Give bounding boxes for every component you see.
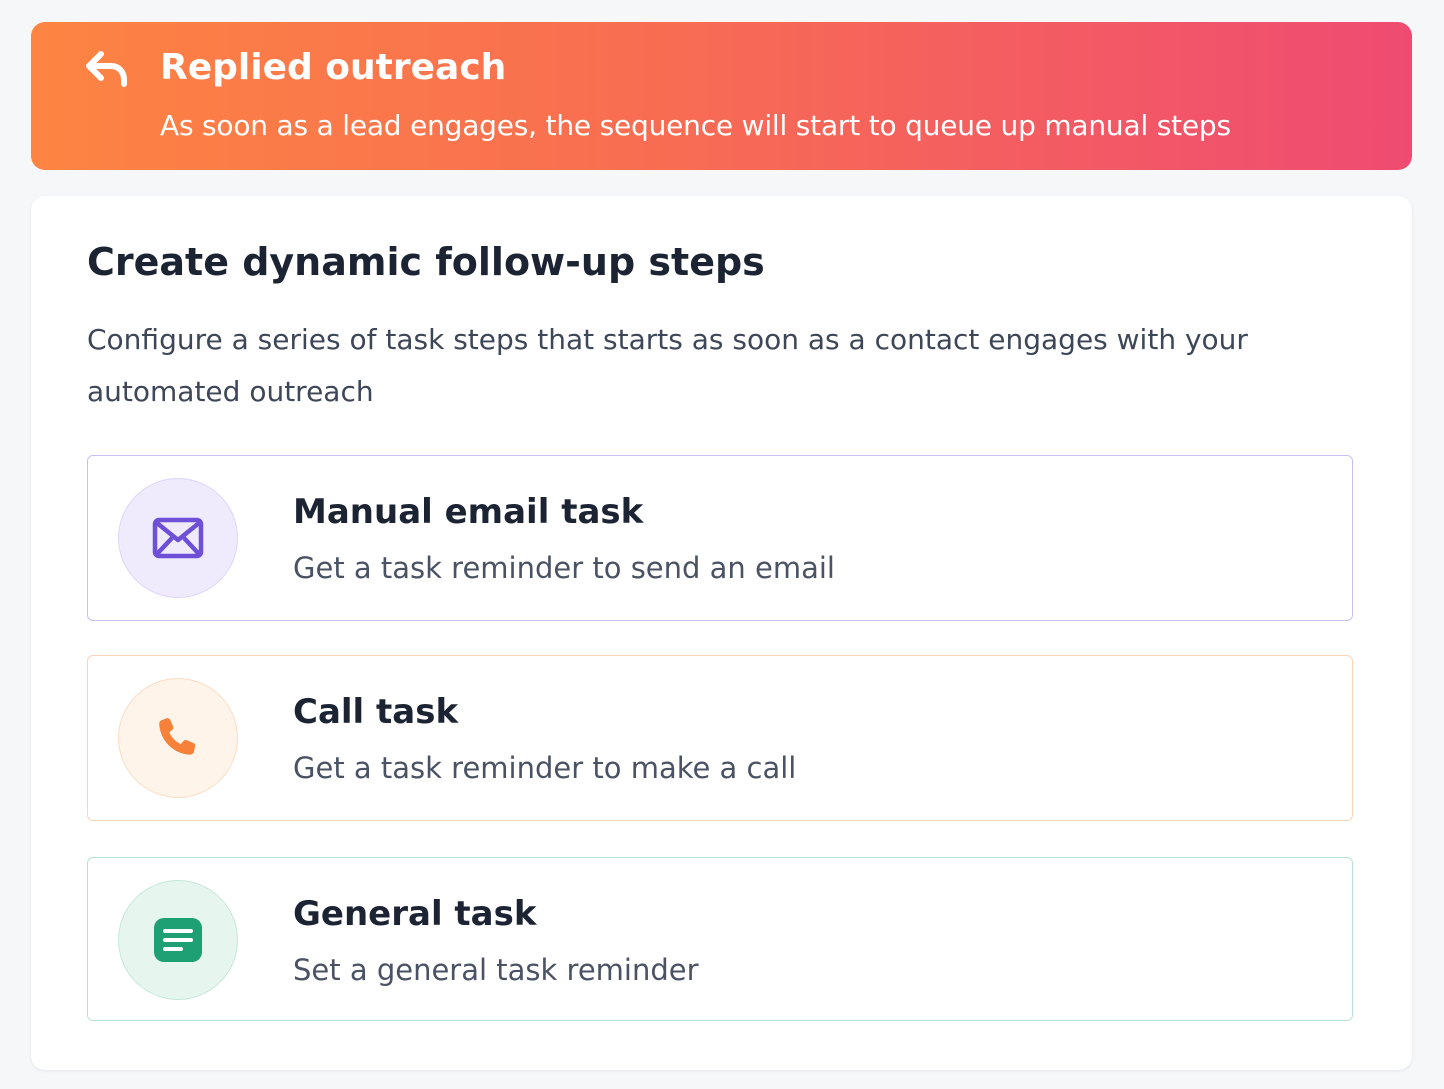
call-task-option[interactable]: Call task Get a task reminder to make a … <box>87 655 1353 821</box>
task-title: Call task <box>293 692 459 732</box>
task-subtitle: Get a task reminder to send an email <box>293 551 835 585</box>
panel-description: Configure a series of task steps that st… <box>87 323 1248 408</box>
task-subtitle: Get a task reminder to make a call <box>293 751 797 785</box>
manual-email-task-option[interactable]: Manual email task Get a task reminder to… <box>87 455 1353 621</box>
note-icon <box>118 880 238 1000</box>
panel-title: Create dynamic follow-up steps <box>87 240 765 284</box>
general-task-option[interactable]: General task Set a general task reminder <box>87 857 1353 1021</box>
task-title: Manual email task <box>293 492 644 532</box>
reply-arrow-icon <box>86 51 127 87</box>
banner-subtitle: As soon as a lead engages, the sequence … <box>160 109 1231 142</box>
follow-up-steps-panel: Create dynamic follow-up steps Configure… <box>31 196 1412 1070</box>
phone-icon <box>118 678 238 798</box>
task-subtitle: Set a general task reminder <box>293 953 699 987</box>
banner-title: Replied outreach <box>160 47 507 88</box>
replied-outreach-banner: Replied outreach As soon as a lead engag… <box>31 22 1412 170</box>
task-title: General task <box>293 894 537 934</box>
envelope-icon <box>118 478 238 598</box>
